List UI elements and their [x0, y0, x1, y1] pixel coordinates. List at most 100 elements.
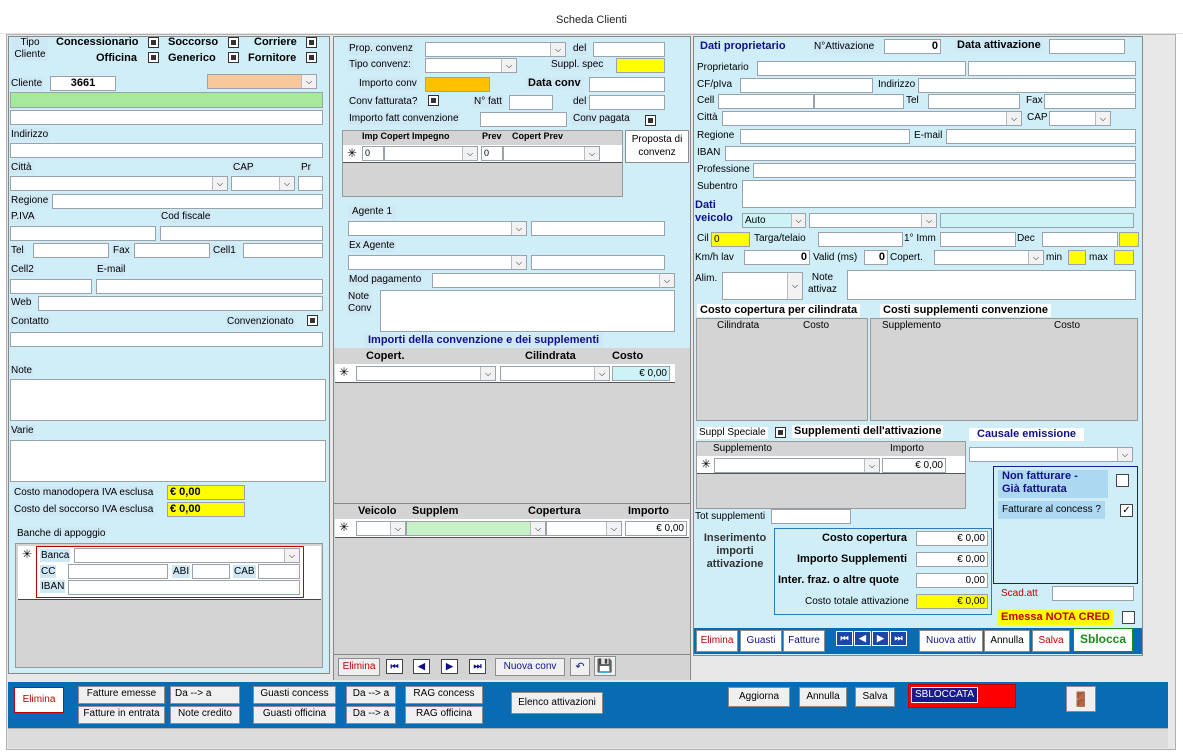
cliente-name-field[interactable] — [10, 92, 323, 108]
prop-convenz-combo[interactable]: ⌵ — [425, 42, 566, 57]
exit-door-icon[interactable]: 🚪 — [1066, 686, 1096, 712]
chevron-down-icon[interactable]: ⌵ — [462, 147, 477, 160]
costo-field[interactable]: € 0,00 — [612, 366, 670, 381]
dec-field[interactable] — [1042, 232, 1118, 247]
data-attivazione-field[interactable] — [1049, 39, 1125, 54]
chevron-down-icon[interactable]: ⌵ — [1117, 448, 1132, 461]
cil-field[interactable]: 0 — [711, 232, 750, 247]
fatturare-concess-checkbox[interactable]: ✓ — [1120, 504, 1133, 517]
nuova-attiv-button[interactable]: Nuova attiv — [919, 630, 983, 652]
importo-supplementi-field[interactable]: € 0,00 — [916, 552, 988, 567]
sa-supplemento-combo[interactable]: ⌵ — [714, 458, 880, 473]
elimina-conv-button[interactable]: Elimina — [338, 658, 380, 676]
fatt-del-field[interactable] — [589, 95, 665, 110]
chevron-down-icon[interactable]: ⌵ — [284, 549, 299, 562]
chevron-down-icon[interactable]: ⌵ — [390, 522, 405, 535]
cap-prop-combo[interactable]: ⌵ — [1049, 111, 1111, 126]
costo-copertura-field[interactable]: € 0,00 — [916, 531, 988, 546]
max-field[interactable] — [1114, 250, 1134, 265]
cf-piva-field[interactable] — [740, 78, 873, 93]
fatture-button[interactable]: Fatture — [783, 630, 825, 652]
elimina-attiv-button[interactable]: Elimina — [696, 630, 738, 652]
tipo-veicolo-chevron-icon[interactable]: ⌵ — [791, 214, 805, 227]
modello-extra-field[interactable] — [940, 213, 1134, 228]
chevron-down-icon[interactable]: ⌵ — [511, 222, 526, 235]
modello-combo[interactable]: ⌵ — [809, 213, 937, 228]
supplem-combo[interactable]: ⌵ — [406, 521, 546, 536]
conv-pagata-checkbox[interactable] — [645, 115, 656, 126]
subentro-field[interactable] — [742, 180, 1136, 208]
dec-flag-field[interactable] — [1119, 232, 1139, 247]
cap-combo[interactable]: ⌵ — [231, 176, 295, 191]
chevron-down-icon[interactable]: ⌵ — [1006, 112, 1021, 125]
inter-fraz-field[interactable]: 0,00 — [916, 573, 988, 588]
importo-field[interactable]: € 0,00 — [625, 521, 687, 536]
sa-importo-field[interactable]: € 0,00 — [882, 458, 946, 473]
chevron-down-icon[interactable]: ⌵ — [480, 367, 495, 380]
chevron-down-icon[interactable]: ⌵ — [279, 177, 294, 190]
emessa-nota-checkbox[interactable] — [1122, 611, 1135, 624]
rag-concess-button[interactable]: RAG concess — [405, 686, 483, 704]
annulla-button[interactable]: Annulla — [799, 687, 847, 707]
copert-prop-combo[interactable]: ⌵ — [934, 250, 1044, 265]
note-credito-button[interactable]: Note credito — [170, 706, 240, 724]
rag-officina-button[interactable]: RAG officina — [405, 706, 483, 724]
n-attivazione-field[interactable]: 0 — [884, 39, 941, 54]
soccorso-checkbox[interactable] — [228, 37, 239, 48]
citta-combo[interactable]: ⌵ — [10, 176, 228, 191]
citta-prop-combo[interactable]: ⌵ — [722, 111, 1022, 126]
salva-attiv-button[interactable]: Salva — [1032, 630, 1070, 652]
chevron-down-icon[interactable]: ⌵ — [1095, 112, 1110, 125]
note-field[interactable] — [10, 379, 326, 421]
proposta-convenz-button[interactable]: Proposta di convenz — [625, 130, 689, 163]
elenco-attivazioni-button[interactable]: Elenco attivazioni — [511, 692, 603, 714]
web-field[interactable] — [38, 296, 323, 311]
cod-fiscale-field[interactable] — [160, 226, 323, 241]
fatture-entrata-button[interactable]: Fatture in entrata — [78, 706, 165, 724]
email-prop-field[interactable] — [946, 129, 1136, 144]
targa-field[interactable] — [818, 232, 903, 247]
chevron-down-icon[interactable]: ⌵ — [1028, 251, 1043, 264]
guasti-button[interactable]: Guasti — [740, 630, 782, 652]
impegno-value[interactable]: 0 — [362, 146, 384, 161]
scad-att-field[interactable] — [1052, 586, 1134, 601]
suppl-spec-field[interactable] — [616, 58, 665, 73]
chevron-down-icon[interactable]: ⌵ — [659, 274, 674, 287]
officina-checkbox[interactable] — [148, 52, 159, 63]
chevron-down-icon[interactable]: ⌵ — [921, 214, 936, 227]
last-record-icon[interactable]: ⏭ — [469, 659, 486, 674]
convenzionato-checkbox[interactable] — [307, 315, 318, 326]
alim-combo[interactable]: ⌵ — [722, 272, 803, 300]
cc-field[interactable] — [68, 564, 168, 579]
costo-soccorso-field[interactable]: € 0,00 — [167, 502, 245, 517]
corriere-checkbox[interactable] — [306, 37, 317, 48]
agente1-extra-field[interactable] — [531, 221, 665, 236]
mod-pagamento-combo[interactable]: ⌵ — [432, 273, 675, 288]
suppl-speciale-checkbox[interactable] — [775, 427, 786, 438]
prev-combo[interactable]: ⌵ — [503, 146, 600, 161]
aggiorna-button[interactable]: Aggiorna — [728, 687, 790, 707]
costo-totale-field[interactable]: € 0,00 — [916, 594, 988, 609]
chevron-down-icon[interactable]: ⌵ — [530, 522, 545, 535]
da-a-guasti-button[interactable]: Da --> a — [346, 686, 396, 704]
imm-field[interactable] — [940, 232, 1016, 247]
chevron-down-icon[interactable]: ⌵ — [501, 59, 516, 72]
cliente-name2-field[interactable] — [10, 110, 323, 125]
tot-supplementi-field[interactable] — [771, 509, 851, 524]
importo-conv-field[interactable] — [425, 77, 490, 92]
impegno-combo[interactable]: ⌵ — [384, 146, 478, 161]
cliente-code-field[interactable]: 3661 — [50, 76, 116, 91]
tipo-convenz-combo[interactable]: ⌵ — [425, 58, 517, 73]
copertura-combo[interactable]: ⌵ — [546, 521, 622, 536]
causale-emissione-combo[interactable]: ⌵ — [969, 447, 1133, 462]
guasti-concess-button[interactable]: Guasti concess — [253, 686, 336, 704]
first-record-icon[interactable]: ⏮ — [836, 631, 853, 646]
first-record-icon[interactable]: ⏮ — [386, 659, 403, 674]
valid-field[interactable]: 0 — [864, 250, 888, 265]
proprietario2-field[interactable] — [968, 61, 1136, 76]
prev-record-icon[interactable]: ◀ — [854, 631, 871, 646]
chevron-down-icon[interactable]: ⌵ — [606, 522, 621, 535]
elimina-button[interactable]: Elimina — [14, 687, 64, 713]
chevron-down-icon[interactable]: ⌵ — [212, 177, 227, 190]
pr-field[interactable] — [298, 176, 323, 191]
